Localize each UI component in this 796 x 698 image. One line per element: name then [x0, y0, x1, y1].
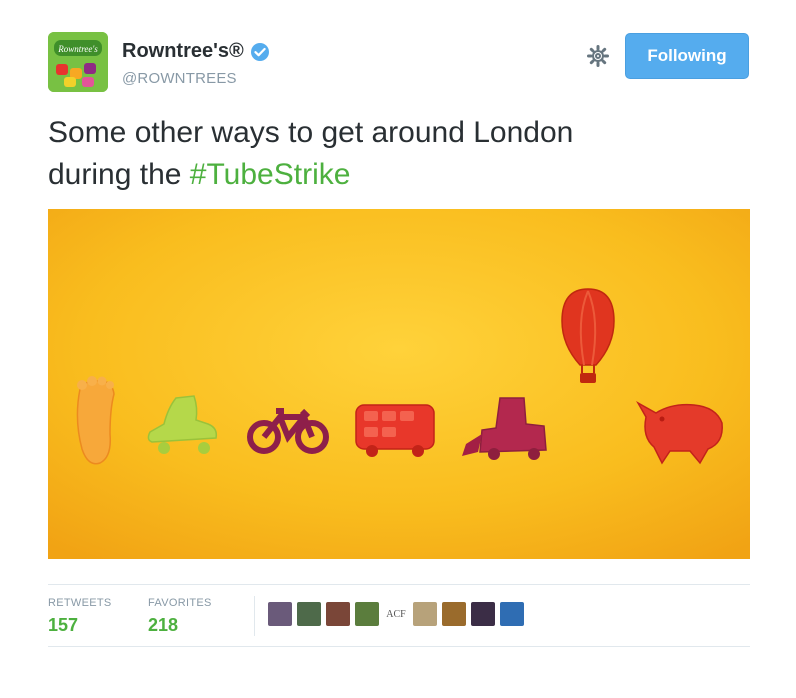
rowntrees-logo-icon: Rowntree's: [48, 32, 108, 92]
stats-vertical-divider: [254, 596, 255, 636]
favoriter-avatar[interactable]: [297, 602, 321, 626]
retweets-stat[interactable]: RETWEETS 157: [48, 597, 112, 636]
favoriter-avatar[interactable]: [268, 602, 292, 626]
verified-badge-icon: [250, 42, 269, 61]
favoriter-avatar[interactable]: [471, 602, 495, 626]
display-name[interactable]: Rowntree's®: [122, 40, 244, 63]
retweets-count: 157: [48, 615, 79, 635]
favorites-label: FAVORITES: [148, 597, 212, 609]
media-illustration: [48, 209, 750, 559]
tweet-text-line-2: during the #TubeStrike: [48, 154, 748, 196]
name-row: Rowntree's®: [122, 40, 270, 63]
tweet-text-line-1: Some other ways to get around London: [48, 116, 574, 149]
favoriter-avatar[interactable]: [442, 602, 466, 626]
favoriters-list: ACF: [268, 602, 524, 626]
favoriter-avatar[interactable]: ACF: [384, 602, 408, 626]
stats-divider-bottom: [48, 646, 750, 647]
stats-divider-top: [48, 584, 750, 585]
gear-icon[interactable]: [586, 44, 610, 68]
avatar[interactable]: Rowntree's: [48, 32, 108, 92]
favoriter-avatar[interactable]: [413, 602, 437, 626]
foot-icon: [76, 376, 115, 465]
following-button[interactable]: Following: [625, 33, 749, 79]
retweets-label: RETWEETS: [48, 597, 112, 609]
favoriter-avatar[interactable]: [355, 602, 379, 626]
tweet-media-image[interactable]: [48, 209, 750, 559]
favoriter-avatar[interactable]: [500, 602, 524, 626]
favorites-stat[interactable]: FAVORITES 218: [148, 597, 212, 636]
bus-icon: [355, 404, 435, 457]
favorites-count: 218: [148, 615, 179, 635]
account-handle[interactable]: @ROWNTREES: [122, 70, 237, 87]
tweet-text: Some other ways to get around London dur…: [48, 112, 748, 196]
favoriter-initials: ACF: [386, 608, 406, 620]
tweet-text-prefix: during the: [48, 158, 190, 191]
svg-text:Rowntree's: Rowntree's: [57, 44, 98, 54]
favoriter-avatar[interactable]: [326, 602, 350, 626]
hashtag-link[interactable]: #TubeStrike: [190, 158, 351, 191]
